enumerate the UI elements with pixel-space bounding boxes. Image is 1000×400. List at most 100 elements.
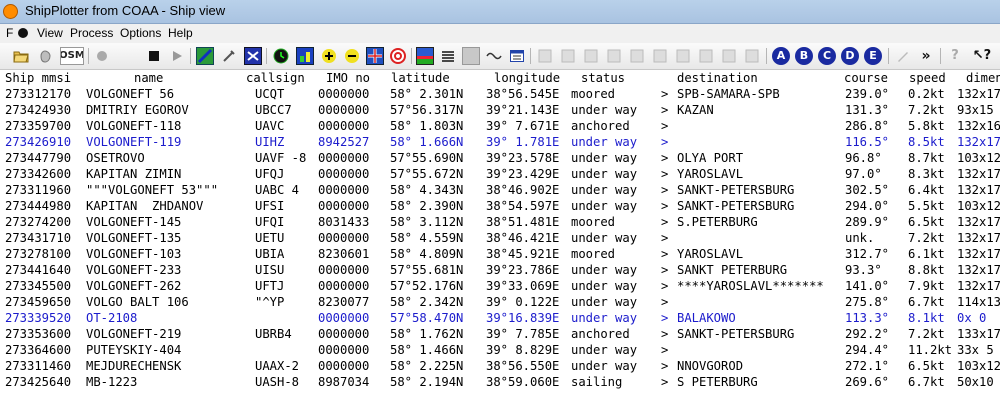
- table-row[interactable]: 273274200 VOLGONEFT-145 UFQI 8031433 58° 3.1…: [0, 214, 1000, 230]
- table-row[interactable]: 273278100 VOLGONEFT-103 UBIA 8230601 58° 4.8…: [0, 246, 1000, 262]
- table-row[interactable]: 273311460 MEJDURECHENSK UAAX-2 0000000 58° 2…: [0, 358, 1000, 374]
- letter-e-icon[interactable]: E: [864, 47, 882, 65]
- col-speed[interactable]: speed: [909, 70, 946, 86]
- table-row[interactable]: 273447790 OSETROVO UAVF -8 0000000 57°55.690…: [0, 150, 1000, 166]
- zoom-in-icon[interactable]: [320, 47, 338, 65]
- cell-imo: 0000000: [318, 231, 370, 245]
- gray-square-icon[interactable]: [462, 47, 480, 65]
- app-icon[interactable]: [3, 4, 18, 19]
- table-row[interactable]: 273426910 VOLGONEFT-119 UIHZ 8942527 58° 1.6…: [0, 134, 1000, 150]
- table-row[interactable]: 273425640 MB-1223 UASH-8 8987034 58° 2.194N 3…: [0, 374, 1000, 390]
- cell-name: MEJDURECHENSK: [86, 359, 182, 373]
- cell-status: under way: [571, 343, 638, 357]
- disabled-grid-icon[interactable]: [628, 47, 646, 65]
- col-longitude[interactable]: longitude: [494, 70, 560, 86]
- cell-arrow: >: [661, 327, 669, 341]
- context-help-icon[interactable]: ↖?: [973, 47, 991, 65]
- table-row[interactable]: 273339520 OT-2108 0000000 57°58.470N 39°16.8…: [0, 310, 1000, 326]
- table-row[interactable]: 273444980 KAPITAN ZHDANOV UFSI 0000000 58° 2…: [0, 198, 1000, 214]
- cell-status: under way: [571, 103, 638, 117]
- cell-imo: 0000000: [318, 327, 370, 341]
- disabled-grid-icon[interactable]: [697, 47, 715, 65]
- cell-status: under way: [571, 311, 638, 325]
- col-mmsi[interactable]: Ship mmsi: [5, 70, 71, 86]
- pen-icon[interactable]: [894, 47, 912, 65]
- disabled-grid-icon[interactable]: [743, 47, 761, 65]
- menu-file[interactable]: F: [6, 26, 13, 40]
- cell-latitude: 57°52.176N: [390, 279, 464, 293]
- col-name[interactable]: name: [134, 70, 163, 86]
- map-icon[interactable]: [196, 47, 214, 65]
- table-row[interactable]: 273441640 VOLGONEFT-233 UISU 0000000 57°55.6…: [0, 262, 1000, 278]
- cell-imo: 8230601: [318, 247, 370, 261]
- flag-icon[interactable]: [366, 47, 384, 65]
- record-icon[interactable]: [93, 47, 111, 65]
- disabled-grid-icon[interactable]: [720, 47, 738, 65]
- cell-speed: 8.1kt: [908, 311, 945, 325]
- cell-imo: 0000000: [318, 343, 370, 357]
- disabled-grid-icon[interactable]: [674, 47, 692, 65]
- table-row[interactable]: 273345500 VOLGONEFT-262 UFTJ 0000000 57°52.1…: [0, 278, 1000, 294]
- tools-icon[interactable]: [220, 47, 238, 65]
- help-icon[interactable]: ?: [946, 47, 964, 65]
- pointer-icon[interactable]: [36, 47, 54, 65]
- col-callsign[interactable]: callsign: [246, 70, 305, 86]
- col-imo[interactable]: IMO no: [326, 70, 370, 86]
- stop-icon[interactable]: [145, 47, 163, 65]
- wave-icon[interactable]: [485, 47, 503, 65]
- cell-imo: 8942527: [318, 135, 370, 149]
- cell-mmsi: 273312170: [5, 87, 72, 101]
- color-map-icon[interactable]: [416, 47, 434, 65]
- disabled-grid-icon[interactable]: [582, 47, 600, 65]
- menu-view[interactable]: View: [37, 26, 63, 40]
- letter-c-icon[interactable]: C: [818, 47, 836, 65]
- col-dimensions[interactable]: dimen: [966, 70, 1000, 86]
- col-destination[interactable]: destination: [677, 70, 758, 86]
- toolbar: OSM A B C D E » ? ↖?: [0, 43, 1000, 70]
- cell-mmsi: 273426910: [5, 135, 72, 149]
- cell-status: under way: [571, 167, 638, 181]
- menu-process[interactable]: Process: [70, 26, 113, 40]
- toolbar-separator: [411, 48, 412, 64]
- open-folder-icon[interactable]: [12, 47, 30, 65]
- toolbar-separator: [766, 48, 767, 64]
- table-row[interactable]: 273459650 VOLGO BALT 106 "^YP 8230077 58° 2.…: [0, 294, 1000, 310]
- window-icon[interactable]: [508, 47, 526, 65]
- clock-icon[interactable]: [272, 47, 290, 65]
- cell-speed: 6.1kt: [908, 247, 945, 261]
- table-row[interactable]: 273364600 PUTEYSKIY-404 0000000 58° 1.466N 3…: [0, 342, 1000, 358]
- cell-arrow: >: [661, 119, 669, 133]
- target-icon[interactable]: [389, 47, 407, 65]
- play-icon[interactable]: [168, 47, 186, 65]
- table-row[interactable]: 273342600 KAPITAN ZIMIN UFQJ 0000000 57°55.6…: [0, 166, 1000, 182]
- zoom-out-icon[interactable]: [343, 47, 361, 65]
- table-row[interactable]: 273424930 DMITRIY EGOROV UBCC7 0000000 57°56…: [0, 102, 1000, 118]
- menu-options[interactable]: Options: [120, 26, 161, 40]
- system-menu-icon[interactable]: [18, 28, 28, 38]
- table-row[interactable]: 273431710 VOLGONEFT-135 UETU 0000000 58° 4.5…: [0, 230, 1000, 246]
- chevron-right-icon[interactable]: »: [917, 47, 935, 65]
- disabled-grid-icon[interactable]: [605, 47, 623, 65]
- route-icon[interactable]: [244, 47, 262, 65]
- chart-icon[interactable]: [296, 47, 314, 65]
- cell-latitude: 58° 1.762N: [390, 327, 464, 341]
- disabled-grid-icon[interactable]: [536, 47, 554, 65]
- col-course[interactable]: course: [844, 70, 888, 86]
- letter-b-icon[interactable]: B: [795, 47, 813, 65]
- table-row[interactable]: 273311960 """VOLGONEFT 53""" UABC 4 0000000…: [0, 182, 1000, 198]
- disabled-grid-icon[interactable]: [559, 47, 577, 65]
- cell-mmsi: 273447790: [5, 151, 72, 165]
- table-row[interactable]: 273312170 VOLGONEFT 56 UCQT 0000000 58° 2.30…: [0, 86, 1000, 102]
- osm-icon[interactable]: OSM: [60, 47, 84, 65]
- table-row[interactable]: 273359700 VOLGONEFT-118 UAVC 0000000 58° 1.8…: [0, 118, 1000, 134]
- disabled-grid-icon[interactable]: [651, 47, 669, 65]
- cell-name: VOLGONEFT-233: [86, 263, 182, 277]
- cell-imo: 0000000: [318, 359, 370, 373]
- col-latitude[interactable]: latitude: [391, 70, 450, 86]
- menu-help[interactable]: Help: [168, 26, 193, 40]
- list-icon[interactable]: [439, 47, 457, 65]
- col-status[interactable]: status: [581, 70, 625, 86]
- letter-a-icon[interactable]: A: [772, 47, 790, 65]
- letter-d-icon[interactable]: D: [841, 47, 859, 65]
- table-row[interactable]: 273353600 VOLGONEFT-219 UBRB4 0000000 58° 1.…: [0, 326, 1000, 342]
